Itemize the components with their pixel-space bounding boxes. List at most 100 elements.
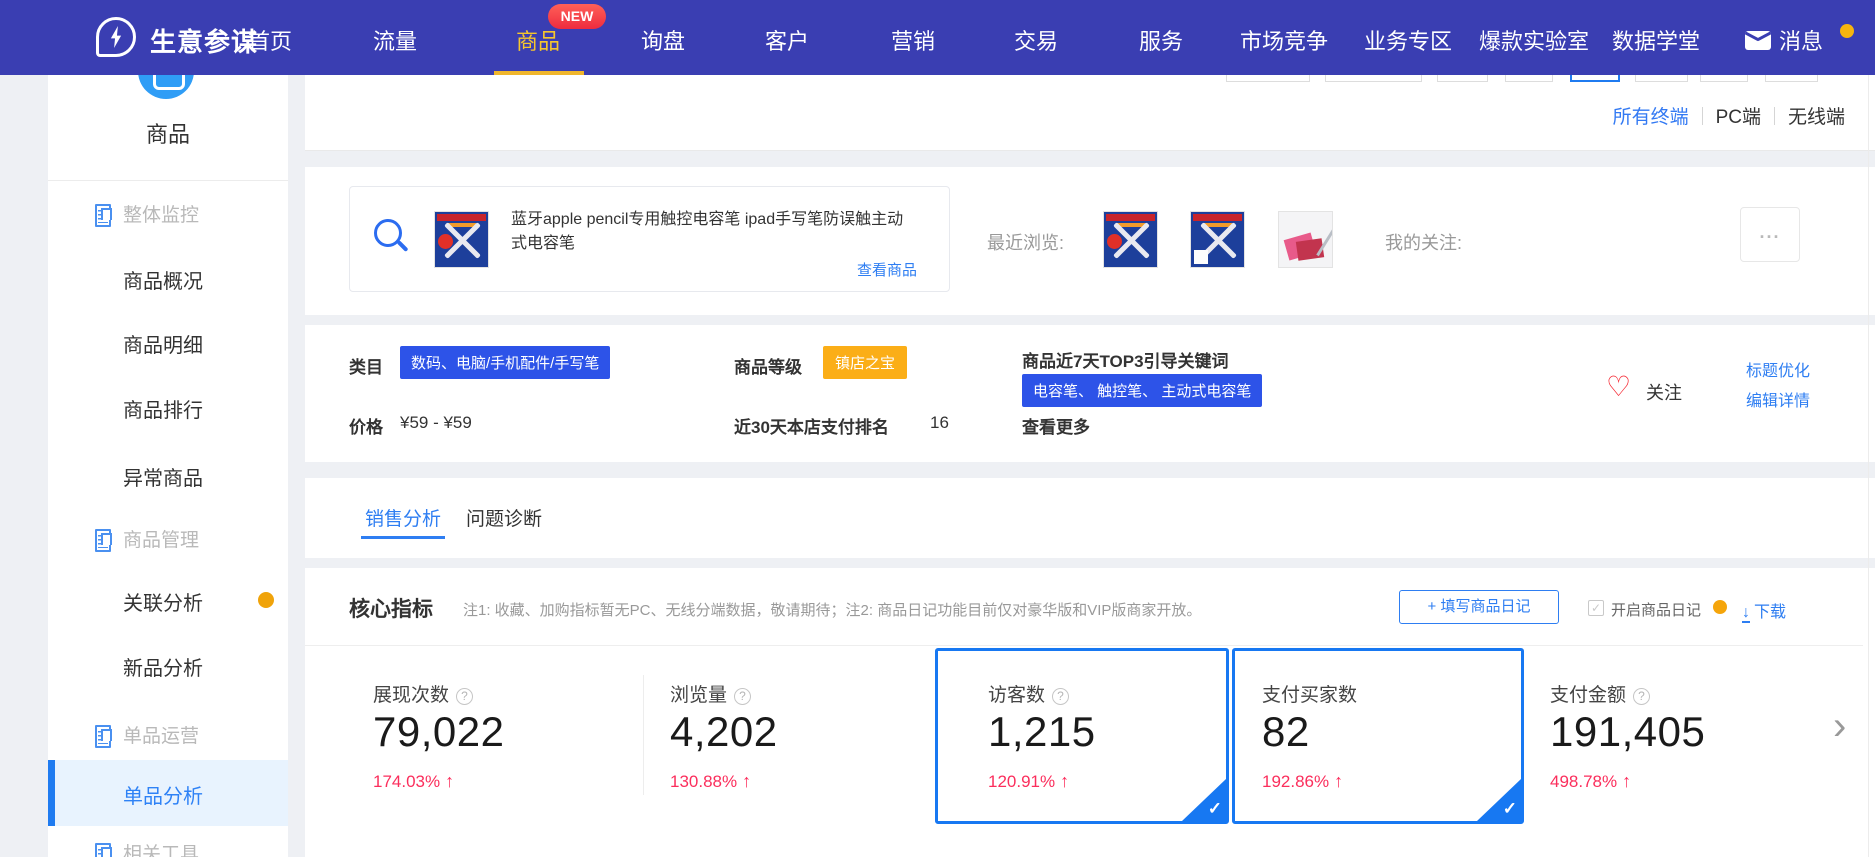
- nav-active-underline: [494, 71, 584, 75]
- analysis-tabs-card: 销售分析 问题诊断: [305, 478, 1875, 558]
- metric-change: 120.91%: [988, 771, 1069, 792]
- help-icon[interactable]: [456, 688, 473, 705]
- tab-sales-analysis[interactable]: 销售分析: [365, 504, 441, 531]
- sidebar-title: 商品: [48, 117, 288, 149]
- metric-value: 79,022: [373, 708, 504, 756]
- nav-item-business-zone[interactable]: 业务专区: [1364, 24, 1452, 56]
- date-button-partial[interactable]: [1325, 75, 1422, 82]
- nav-item-market-competition[interactable]: 市场竞争: [1240, 24, 1328, 56]
- date-button-partial[interactable]: [1700, 75, 1748, 82]
- compass-needle-icon: [108, 26, 124, 48]
- date-button-partial[interactable]: [1635, 75, 1688, 82]
- tab-problem-diagnosis[interactable]: 问题诊断: [466, 504, 542, 531]
- sidebar-section-related-tools: 相关工具: [48, 838, 288, 857]
- title-optimize-link[interactable]: 标题优化: [1746, 357, 1810, 381]
- nav-item-trade[interactable]: 交易: [1014, 24, 1058, 56]
- sidebar-item-abnormal-product[interactable]: 异常商品: [48, 462, 288, 490]
- heart-icon[interactable]: ♡: [1606, 373, 1631, 401]
- metric-change: 192.86%: [1262, 771, 1343, 792]
- top-nav: 生意参谋 首页 流量 商品 NEW 询盘 客户 营销 交易 服务 市场竞争 业务…: [0, 0, 1875, 75]
- sidebar-item-product-detail[interactable]: 商品明细: [48, 329, 288, 357]
- terminal-tab-pc[interactable]: PC端: [1716, 102, 1761, 129]
- terminal-tab-wireless[interactable]: 无线端: [1788, 102, 1845, 129]
- check-icon: ✓: [1208, 799, 1222, 819]
- help-icon[interactable]: [1052, 688, 1069, 705]
- check-icon: ✓: [1503, 799, 1517, 819]
- view-product-link[interactable]: 查看商品: [857, 259, 917, 280]
- diary-checkbox[interactable]: ✓: [1588, 600, 1604, 616]
- metric-label: 展现次数: [373, 685, 449, 706]
- top3-keywords-badge: 电容笔、 触控笔、 主动式电容笔: [1022, 374, 1262, 407]
- sidebar: 商品 整体监控 商品概况 商品明细 商品排行 异常商品 商品管理 关联分析 新品…: [48, 75, 288, 857]
- metric-change: 174.03%: [373, 771, 454, 792]
- main-content: 所有终端 PC端 无线端 蓝牙apple pencil专用触控电容笔 ipad手…: [305, 75, 1875, 857]
- date-button-partial-active[interactable]: [1570, 75, 1620, 82]
- recent-product-thumbnail[interactable]: [1103, 211, 1158, 268]
- building-icon: [95, 724, 112, 741]
- new-badge: NEW: [548, 4, 606, 29]
- nav-item-inquiry[interactable]: 询盘: [641, 24, 685, 56]
- terminal-tab-all[interactable]: 所有终端: [1613, 102, 1689, 129]
- date-button-partial[interactable]: [1437, 75, 1488, 82]
- date-button-partial[interactable]: [1505, 75, 1553, 82]
- sidebar-item-association-analysis[interactable]: 关联分析: [48, 587, 288, 615]
- up-arrow-icon: [440, 772, 454, 791]
- separator: [1774, 107, 1775, 125]
- core-metrics-note: 注1: 收藏、加购指标暂无PC、无线分端数据，敬请期待；注2: 商品日记功能目前…: [463, 599, 1201, 620]
- active-item-bar: [48, 760, 55, 826]
- header-strip: 所有终端 PC端 无线端: [305, 75, 1875, 151]
- separator: [1702, 107, 1703, 125]
- metric-label: 支付买家数: [1262, 685, 1357, 706]
- building-icon: [95, 203, 112, 220]
- nav-item-data-school[interactable]: 数据学堂: [1612, 24, 1700, 56]
- product-module-icon: [138, 75, 194, 99]
- sidebar-section-overall-monitor: 整体监控: [48, 199, 288, 227]
- core-metrics-title: 核心指标: [349, 593, 433, 623]
- date-button-partial[interactable]: [1226, 75, 1310, 82]
- nav-item-hot-lab[interactable]: 爆款实验室: [1479, 24, 1589, 56]
- help-icon[interactable]: [1633, 688, 1650, 705]
- messages-label: 消息: [1779, 24, 1823, 56]
- product-thumbnail: [434, 211, 489, 268]
- scroll-hairline: [1868, 75, 1869, 857]
- sidebar-item-new-product-analysis[interactable]: 新品分析: [48, 652, 288, 680]
- building-icon: [95, 528, 112, 545]
- category-label: 类目: [349, 353, 383, 378]
- building-icon: [95, 842, 112, 857]
- recent-product-thumbnail[interactable]: [1278, 211, 1333, 268]
- view-more-link[interactable]: 查看更多: [1022, 413, 1090, 438]
- sidebar-item-product-overview[interactable]: 商品概况: [48, 265, 288, 293]
- nav-item-product[interactable]: 商品: [516, 24, 560, 56]
- sidebar-item-single-product-analysis[interactable]: 单品分析: [48, 760, 288, 826]
- metric-change: 130.88%: [670, 771, 751, 792]
- nav-item-home[interactable]: 首页: [248, 24, 292, 56]
- tab-active-underline: [361, 536, 445, 539]
- follow-button[interactable]: 关注: [1646, 379, 1682, 405]
- edit-detail-link[interactable]: 编辑详情: [1746, 387, 1810, 411]
- download-link[interactable]: 下载: [1742, 598, 1786, 622]
- app-logo-icon: [96, 17, 136, 57]
- metric-change: 498.78%: [1550, 771, 1631, 792]
- recent-views-label: 最近浏览:: [987, 229, 1064, 255]
- date-button-partial[interactable]: [1765, 75, 1818, 82]
- next-metrics-chevron[interactable]: ›: [1833, 706, 1846, 746]
- grade-badge: 镇店之宝: [823, 346, 907, 379]
- nav-item-traffic[interactable]: 流量: [373, 24, 417, 56]
- metric-label: 访客数: [988, 685, 1045, 706]
- sidebar-item-product-ranking[interactable]: 商品排行: [48, 394, 288, 422]
- brand-title: 生意参谋: [150, 22, 258, 59]
- nav-item-customer[interactable]: 客户: [765, 24, 809, 56]
- recent-product-thumbnail[interactable]: [1190, 211, 1245, 268]
- messages-entry[interactable]: 消息: [1745, 24, 1823, 56]
- my-follow-label: 我的关注:: [1385, 229, 1462, 255]
- nav-item-marketing[interactable]: 营销: [891, 24, 935, 56]
- nav-item-service[interactable]: 服务: [1139, 24, 1183, 56]
- metric-label: 支付金额: [1550, 685, 1626, 706]
- up-arrow-icon: [737, 772, 751, 791]
- help-icon[interactable]: [734, 688, 751, 705]
- follow-more-button[interactable]: ...: [1740, 207, 1800, 262]
- diary-toggle-label: 开启商品日记: [1611, 599, 1701, 620]
- product-search-box[interactable]: 蓝牙apple pencil专用触控电容笔 ipad手写笔防误触主动式电容笔 查…: [349, 186, 950, 292]
- fill-product-diary-button[interactable]: + 填写商品日记: [1399, 590, 1559, 624]
- up-arrow-icon: [1055, 772, 1069, 791]
